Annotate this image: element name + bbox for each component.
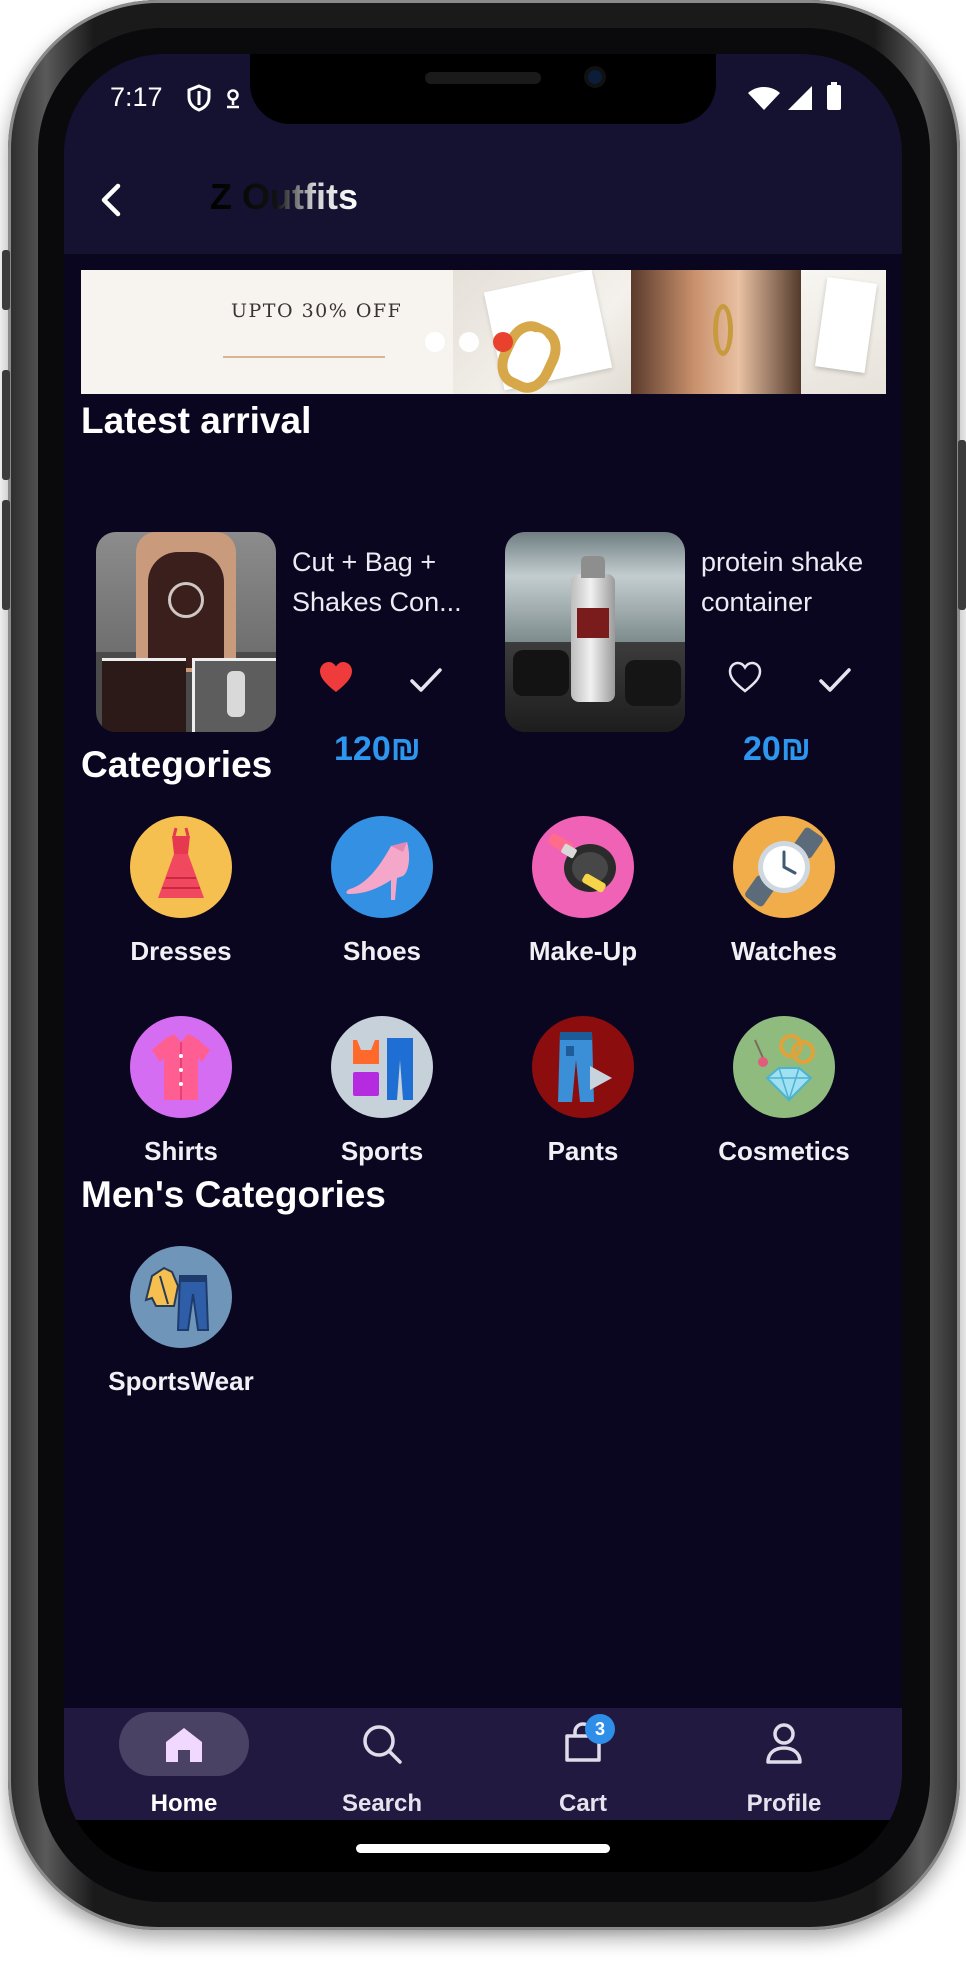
category-label: Watches bbox=[731, 936, 837, 966]
cart-count-badge: 3 bbox=[585, 1714, 615, 1744]
volume-up-button bbox=[2, 370, 10, 480]
photo-logo bbox=[168, 582, 204, 618]
nav-label: Search bbox=[341, 1790, 423, 1817]
carousel-dots bbox=[425, 332, 547, 352]
mens-categories-heading: Men's Categories bbox=[81, 1174, 386, 1215]
heart-filled-icon[interactable] bbox=[318, 660, 354, 696]
product-image[interactable] bbox=[96, 532, 276, 732]
category-label: SportsWear bbox=[108, 1366, 254, 1396]
dress-icon[interactable] bbox=[130, 816, 232, 918]
product-name: protein shake container bbox=[701, 547, 864, 617]
watch-icon[interactable] bbox=[733, 816, 835, 918]
nav-item-cart[interactable]: 3 Cart bbox=[493, 1708, 673, 1820]
category-sports[interactable]: Sports bbox=[292, 1016, 472, 1167]
nav-item-profile[interactable]: Profile bbox=[694, 1708, 874, 1820]
search-icon bbox=[363, 1725, 402, 1764]
category-shoes[interactable]: Shoes bbox=[292, 816, 472, 967]
photo-dumbbell bbox=[625, 660, 681, 706]
category-watches[interactable]: Watches bbox=[694, 816, 874, 967]
photo-dumbbell bbox=[513, 650, 569, 696]
app-title: Z Outfits bbox=[210, 176, 358, 217]
category-cosmetics[interactable]: Cosmetics bbox=[694, 1016, 874, 1167]
category-label: Make-Up bbox=[528, 936, 638, 966]
product-name: Cut + Bag + Shakes Con... bbox=[292, 547, 462, 617]
cellular-signal-icon bbox=[788, 86, 812, 110]
gold-hoop-earring-image bbox=[713, 304, 733, 356]
categories-heading: Categories bbox=[81, 744, 273, 785]
photo-bottle-label bbox=[577, 608, 609, 638]
profile-icon bbox=[766, 1723, 802, 1764]
speaker-grille bbox=[425, 72, 541, 84]
notch bbox=[250, 54, 716, 124]
jewelry-icon[interactable] bbox=[733, 1016, 835, 1118]
location-icon bbox=[227, 89, 239, 109]
back-arrow-icon[interactable] bbox=[90, 178, 134, 222]
sportswear-icon[interactable] bbox=[331, 1016, 433, 1118]
status-time: 7:17 bbox=[110, 82, 163, 112]
banner-earring-photo bbox=[801, 270, 886, 394]
category-label: Sports bbox=[340, 1136, 424, 1166]
category-label: Shoes bbox=[342, 936, 422, 966]
banner-offer-text: UPTO 30% OFF bbox=[231, 300, 403, 322]
carousel-dot[interactable] bbox=[425, 332, 445, 352]
product-price: 20₪ bbox=[743, 730, 811, 768]
shield-icon bbox=[187, 84, 211, 112]
carousel-dot[interactable] bbox=[527, 332, 547, 352]
category-shirts[interactable]: Shirts bbox=[91, 1016, 271, 1167]
top-bar: 7:17 Z Outfits bbox=[64, 54, 902, 254]
heel-shoe-icon[interactable] bbox=[331, 816, 433, 918]
nav-item-search[interactable]: Search bbox=[292, 1708, 472, 1820]
category-label: Cosmetics bbox=[718, 1136, 850, 1166]
front-camera bbox=[584, 66, 606, 88]
category-label: Shirts bbox=[144, 1136, 218, 1166]
photo-shaker bbox=[192, 658, 276, 732]
nav-label: Cart bbox=[558, 1790, 607, 1817]
product-card[interactable]: protein shake container 20₪ bbox=[505, 532, 902, 792]
battery-icon bbox=[827, 82, 841, 110]
category-label: Dresses bbox=[130, 936, 232, 966]
photo-gym-bag bbox=[102, 658, 186, 732]
nav-item-home[interactable]: Home bbox=[81, 1708, 261, 1820]
latest-arrival-heading: Latest arrival bbox=[81, 400, 312, 441]
category-label: Pants bbox=[547, 1136, 619, 1166]
power-button bbox=[958, 440, 966, 610]
category-sportswear[interactable]: SportsWear bbox=[91, 1246, 271, 1397]
shirt-icon[interactable] bbox=[130, 1016, 232, 1118]
makeup-icon[interactable] bbox=[532, 816, 634, 918]
carousel-dot[interactable] bbox=[459, 332, 479, 352]
check-icon[interactable] bbox=[408, 662, 444, 698]
category-dresses[interactable]: Dresses bbox=[91, 816, 271, 967]
jeans-icon[interactable] bbox=[532, 1016, 634, 1118]
carousel-dot-active[interactable] bbox=[493, 332, 513, 352]
wifi-icon bbox=[748, 87, 780, 110]
product-price: 120₪ bbox=[334, 730, 421, 768]
heart-outline-icon[interactable] bbox=[727, 660, 763, 696]
category-makeup[interactable]: Make-Up bbox=[493, 816, 673, 967]
bottom-navigation-bar: Home Search 3 Cart Profile bbox=[64, 1708, 902, 1820]
photo-shaker-bottle bbox=[571, 556, 615, 702]
home-icon bbox=[166, 1728, 202, 1762]
silent-switch bbox=[2, 250, 10, 310]
product-image[interactable] bbox=[505, 532, 685, 732]
nav-label: Profile bbox=[746, 1790, 822, 1817]
tracksuit-icon[interactable] bbox=[130, 1246, 232, 1348]
volume-down-button bbox=[2, 500, 10, 610]
check-icon[interactable] bbox=[817, 662, 853, 698]
banner-divider bbox=[223, 356, 385, 358]
nav-label: Home bbox=[150, 1790, 218, 1817]
home-indicator[interactable] bbox=[356, 1844, 610, 1853]
app-screen: 7:17 Z Outfits UPTO 30% OFF Latest arriv… bbox=[64, 54, 902, 1872]
category-pants[interactable]: Pants bbox=[493, 1016, 673, 1167]
promo-banner-carousel[interactable]: UPTO 30% OFF bbox=[81, 270, 886, 394]
